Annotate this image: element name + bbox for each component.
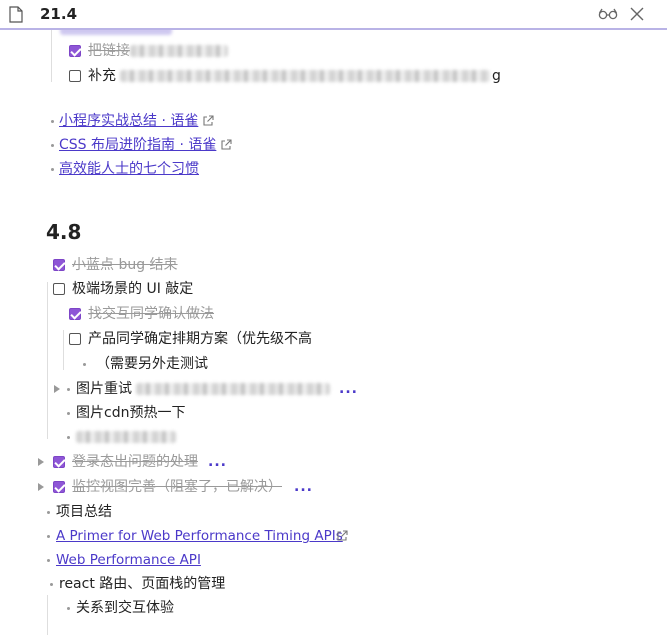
task-label: 登录态出问题的处理	[72, 454, 198, 470]
close-icon[interactable]	[630, 7, 644, 21]
external-link-icon	[203, 115, 214, 126]
bullet	[67, 388, 70, 391]
redacted-text	[136, 383, 330, 395]
checkbox-unchecked[interactable]	[69, 70, 81, 82]
bullet	[83, 363, 86, 366]
checkbox-checked[interactable]	[53, 259, 65, 271]
bullet	[47, 535, 50, 538]
bullet	[67, 436, 70, 439]
list-item-label: （需要另外走测试	[96, 356, 208, 372]
link-perf-timing-primer[interactable]: A Primer for Web Performance Timing APIs	[56, 525, 343, 547]
collapse-arrow-icon[interactable]	[38, 483, 44, 491]
task-item: 补充 g	[68, 65, 528, 87]
collapse-arrow-icon[interactable]	[38, 458, 44, 466]
task-item: 把链接	[68, 40, 368, 62]
collapsed-ellipsis[interactable]: ...	[339, 378, 358, 400]
redacted-text	[120, 70, 490, 82]
external-link-icon	[221, 139, 232, 150]
link-xiaochengxu[interactable]: 小程序实战总结 · 语雀	[59, 110, 198, 132]
page-title: 21.4	[40, 5, 78, 23]
checkbox-checked[interactable]	[69, 308, 81, 320]
indent-guide	[47, 282, 48, 439]
list-item-label: react 路由、页面栈的管理	[59, 576, 226, 592]
bullet	[51, 168, 54, 171]
bullet	[50, 583, 53, 586]
task-label: 补充	[88, 68, 116, 84]
list-item-label: 图片cdn预热一下	[76, 405, 186, 421]
section-heading: 4.8	[46, 220, 82, 244]
task-label: 把链接	[88, 43, 130, 59]
link-seven-habits[interactable]: 高效能人士的七个习惯	[59, 158, 199, 180]
redacted-text	[76, 431, 176, 443]
indent-guide	[51, 30, 52, 82]
checkbox-unchecked[interactable]	[69, 333, 81, 345]
reading-mode-icon[interactable]	[598, 8, 618, 20]
link-web-performance-api[interactable]: Web Performance API	[56, 549, 201, 571]
task-label: 找交互同学确认做法	[88, 306, 214, 322]
collapsed-ellipsis[interactable]: ...	[208, 451, 227, 473]
bullet	[67, 412, 70, 415]
task-label: 小蓝点 bug 结束	[72, 257, 178, 273]
indent-guide	[47, 595, 48, 635]
link-css-layout[interactable]: CSS 布局进阶指南 · 语雀	[59, 134, 216, 156]
task-label: 产品同学确定排期方案（优先级不高	[88, 331, 312, 347]
document-content: 把链接 补充 g 小程序实战总结 · 语雀 CSS 布局进阶指南 · 语雀 高效…	[0, 30, 667, 638]
file-icon	[9, 6, 23, 23]
bullet	[51, 120, 54, 123]
collapse-arrow-icon[interactable]	[54, 385, 60, 393]
checkbox-checked[interactable]	[69, 45, 81, 57]
bullet	[47, 559, 50, 562]
collapsed-ellipsis[interactable]: ...	[294, 476, 313, 498]
redacted-text	[130, 45, 228, 57]
bullet	[67, 607, 70, 610]
checkbox-unchecked[interactable]	[53, 283, 65, 295]
indent-guide	[63, 330, 64, 370]
list-item-label: 关系到交互体验	[76, 600, 174, 616]
task-label: 极端场景的 UI 敲定	[72, 281, 194, 297]
task-label: 监控视图完善（阻塞了，已解决）	[72, 479, 282, 495]
checkbox-checked[interactable]	[53, 481, 65, 493]
list-item-label: 项目总结	[56, 504, 112, 520]
bullet	[47, 511, 50, 514]
title-bar: 21.4	[0, 0, 667, 30]
bullet	[51, 144, 54, 147]
list-item-label: 图片重试	[76, 381, 132, 397]
checkbox-checked[interactable]	[53, 456, 65, 468]
external-link-icon	[337, 530, 348, 541]
task-label-tail: g	[492, 68, 501, 84]
